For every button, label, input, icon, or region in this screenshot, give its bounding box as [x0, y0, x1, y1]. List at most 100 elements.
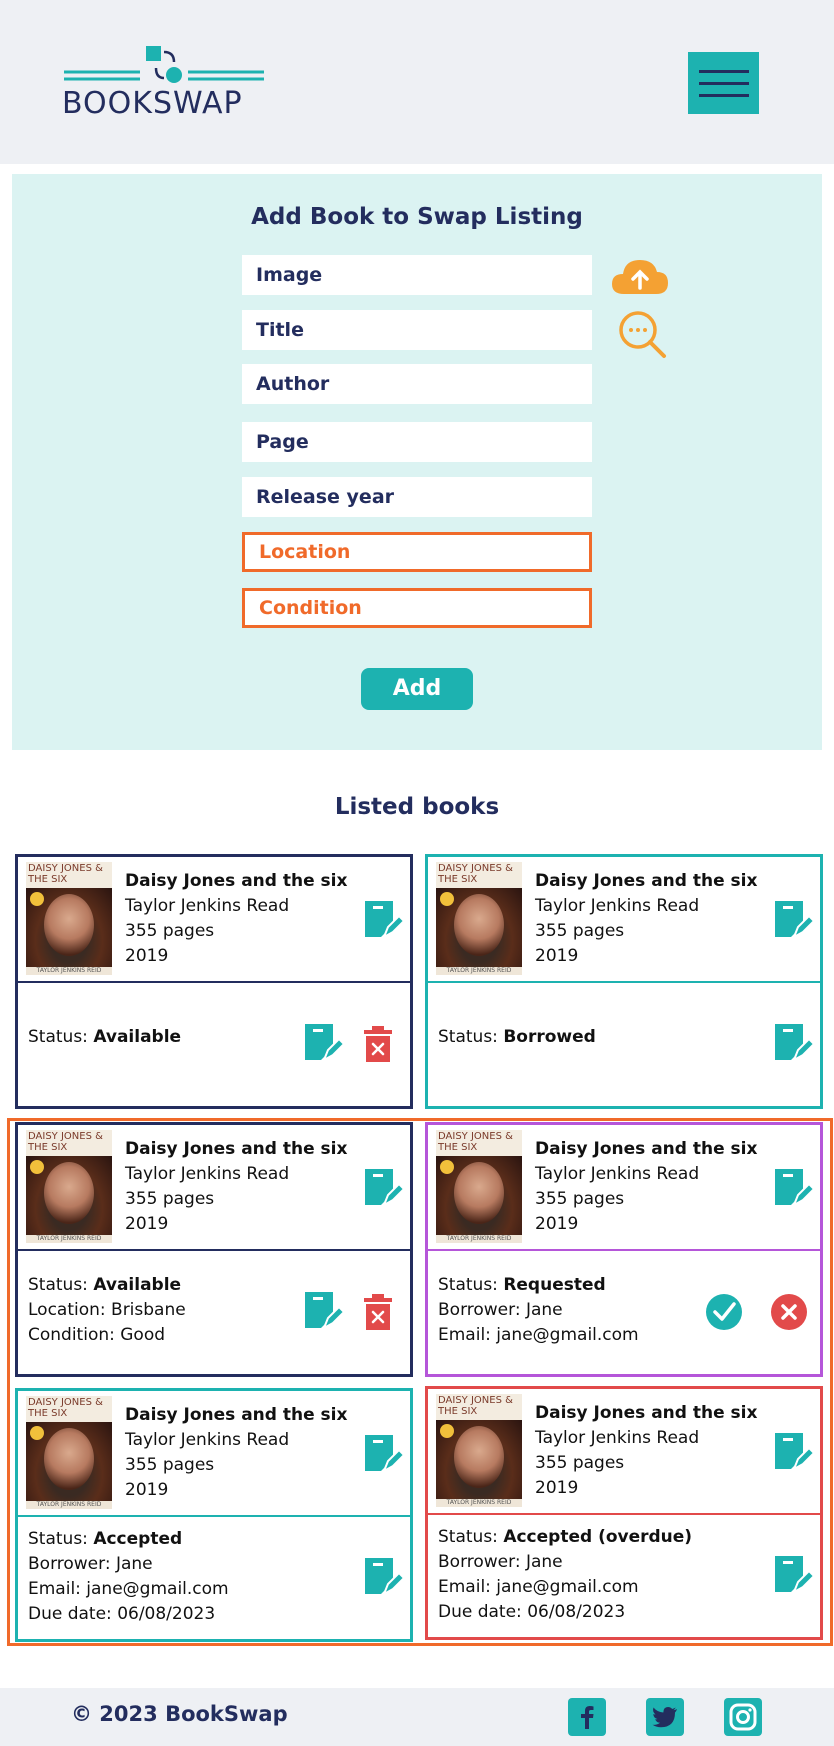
- status-text: Status: Available: [28, 1275, 181, 1295]
- edit-status-icon[interactable]: [363, 1556, 406, 1600]
- status-text: Status: Requested: [438, 1275, 606, 1295]
- edit-book-icon[interactable]: [363, 1167, 406, 1211]
- book-cover-image: DAISY JONES & THE SIX TAYLOR JENKINS REID: [26, 1396, 112, 1509]
- borrower-text: Borrower: Jane: [438, 1300, 563, 1320]
- listed-books-title: Listed books: [334, 794, 500, 820]
- cover-title: DAISY JONES & THE SIX: [28, 1397, 103, 1419]
- status-value: Requested: [503, 1275, 606, 1295]
- status-prefix: Status:: [28, 1027, 88, 1047]
- due-date-text: Due date: 06/08/2023: [28, 1604, 216, 1624]
- edit-book-icon[interactable]: [773, 899, 816, 943]
- book-cover-image: DAISY JONES & THE SIX TAYLOR JENKINS REID: [436, 862, 522, 975]
- location-text: Location: Brisbane: [28, 1300, 186, 1320]
- edit-book-icon[interactable]: [773, 1431, 816, 1475]
- cover-author: TAYLOR JENKINS REID: [436, 1235, 522, 1243]
- release-year-field[interactable]: Release year: [242, 477, 592, 517]
- email-text: Email: jane@gmail.com: [438, 1577, 639, 1597]
- title-field[interactable]: Title: [242, 310, 592, 350]
- header: BOOKSWAP: [0, 0, 834, 164]
- location-field[interactable]: Location: [242, 532, 592, 572]
- book-year: 2019: [535, 1214, 579, 1234]
- book-cover-image: DAISY JONES & THE SIX TAYLOR JENKINS REID: [436, 1130, 522, 1243]
- status-prefix: Status:: [28, 1529, 88, 1549]
- bookswap-logo[interactable]: BOOKSWAP: [62, 44, 266, 122]
- book-author: Taylor Jenkins Read: [535, 1164, 700, 1184]
- delete-icon[interactable]: [363, 1025, 393, 1063]
- condition-field[interactable]: Condition: [242, 588, 592, 628]
- cover-author: TAYLOR JENKINS REID: [436, 967, 522, 975]
- cover-author: TAYLOR JENKINS REID: [26, 967, 112, 975]
- twitter-icon[interactable]: [646, 1698, 684, 1736]
- book-pages: 355 pages: [125, 1189, 215, 1209]
- status-value: Accepted: [93, 1529, 183, 1549]
- instagram-icon[interactable]: [724, 1698, 762, 1736]
- status-text: Status: Available: [28, 1027, 181, 1047]
- cover-title: DAISY JONES & THE SIX: [438, 1131, 513, 1153]
- edit-book-icon[interactable]: [363, 1433, 406, 1477]
- edit-book-icon[interactable]: [363, 899, 406, 943]
- cover-author: TAYLOR JENKINS REID: [26, 1501, 112, 1509]
- book-card: DAISY JONES & THE SIX TAYLOR JENKINS REID…: [15, 854, 413, 1109]
- edit-status-icon[interactable]: [303, 1290, 346, 1334]
- cover-title: DAISY JONES & THE SIX: [438, 1395, 513, 1417]
- book-author: Taylor Jenkins Read: [535, 896, 700, 916]
- borrower-text: Borrower: Jane: [28, 1554, 153, 1574]
- author-field[interactable]: Author: [242, 364, 592, 404]
- card-divider: [18, 981, 410, 983]
- card-divider: [18, 1249, 410, 1251]
- due-date-text: Due date: 06/08/2023: [438, 1602, 626, 1622]
- status-prefix: Status:: [438, 1527, 498, 1547]
- cover-title: DAISY JONES & THE SIX: [28, 863, 103, 885]
- book-cover-image: DAISY JONES & THE SIX TAYLOR JENKINS REID: [26, 862, 112, 975]
- cover-title: DAISY JONES & THE SIX: [438, 863, 513, 885]
- book-year: 2019: [125, 946, 169, 966]
- book-card: DAISY JONES & THE SIX TAYLOR JENKINS REID…: [15, 1122, 413, 1377]
- condition-text: Condition: Good: [28, 1325, 166, 1345]
- edit-book-icon[interactable]: [773, 1167, 816, 1211]
- edit-status-icon[interactable]: [773, 1554, 816, 1598]
- logo-text: BOOKSWAP: [62, 86, 243, 121]
- cover-author: TAYLOR JENKINS REID: [26, 1235, 112, 1243]
- image-field[interactable]: Image: [242, 255, 592, 295]
- status-prefix: Status:: [438, 1027, 498, 1047]
- add-button[interactable]: Add: [361, 668, 473, 710]
- book-pages: 355 pages: [125, 1455, 215, 1475]
- book-year: 2019: [535, 1478, 579, 1498]
- email-text: Email: jane@gmail.com: [438, 1325, 639, 1345]
- book-title: Daisy Jones and the six: [535, 871, 758, 891]
- edit-status-icon[interactable]: [303, 1022, 346, 1066]
- search-icon[interactable]: [616, 308, 668, 360]
- email-text: Email: jane@gmail.com: [28, 1579, 229, 1599]
- status-value: Borrowed: [503, 1027, 596, 1047]
- cloud-upload-icon[interactable]: [610, 254, 670, 298]
- menu-line: [698, 81, 749, 85]
- book-author: Taylor Jenkins Read: [125, 1164, 290, 1184]
- book-card: DAISY JONES & THE SIX TAYLOR JENKINS REID…: [425, 854, 823, 1109]
- status-text: Status: Accepted: [28, 1529, 182, 1549]
- page-field[interactable]: Page: [242, 422, 592, 462]
- swap-logo-icon: [64, 46, 264, 83]
- hamburger-menu-button[interactable]: [688, 52, 759, 114]
- status-value: Available: [93, 1275, 182, 1295]
- footer: © 2023 BookSwap: [0, 1688, 834, 1746]
- book-title: Daisy Jones and the six: [535, 1403, 758, 1423]
- card-divider: [428, 981, 820, 983]
- book-title: Daisy Jones and the six: [535, 1139, 758, 1159]
- book-card: DAISY JONES & THE SIX TAYLOR JENKINS REID…: [15, 1388, 413, 1642]
- book-author: Taylor Jenkins Read: [125, 896, 290, 916]
- cover-author: TAYLOR JENKINS REID: [436, 1499, 522, 1507]
- delete-icon[interactable]: [363, 1293, 393, 1331]
- cover-title: DAISY JONES & THE SIX: [28, 1131, 103, 1153]
- book-author: Taylor Jenkins Read: [535, 1428, 700, 1448]
- edit-status-icon[interactable]: [773, 1022, 816, 1066]
- add-book-form: Add Book to Swap Listing Image Title Aut…: [12, 174, 822, 750]
- facebook-icon[interactable]: [568, 1698, 606, 1736]
- book-year: 2019: [125, 1214, 169, 1234]
- status-text: Status: Accepted (overdue): [438, 1527, 692, 1547]
- reject-request-icon[interactable]: [770, 1293, 808, 1331]
- form-title: Add Book to Swap Listing: [251, 204, 583, 230]
- status-prefix: Status:: [28, 1275, 88, 1295]
- accept-request-icon[interactable]: [705, 1293, 743, 1331]
- book-card: DAISY JONES & THE SIX TAYLOR JENKINS REID…: [425, 1122, 823, 1377]
- card-divider: [428, 1513, 820, 1515]
